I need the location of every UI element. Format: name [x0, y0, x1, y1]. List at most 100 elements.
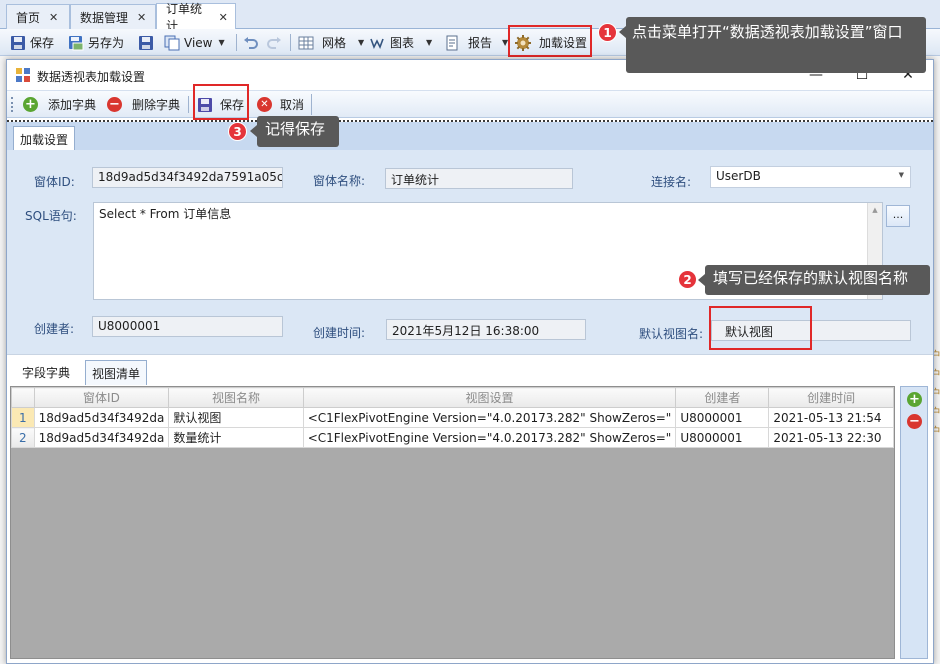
step-3-badge: 3: [228, 122, 247, 141]
save-button[interactable]: 保存: [10, 32, 54, 53]
view-label: View: [184, 35, 213, 50]
tab-load-settings[interactable]: 加载设置: [13, 126, 76, 151]
sql-text: Select * From 订单信息: [99, 207, 232, 221]
table-header-row: 窗体ID 视图名称 视图设置 创建者 创建时间: [11, 387, 894, 408]
created-time-field[interactable]: 2021年5月12日 16:38:00: [386, 319, 586, 340]
report-icon: [444, 35, 460, 51]
close-icon[interactable]: ✕: [219, 11, 235, 24]
connection-value: UserDB: [716, 169, 761, 183]
dropdown-arrow-icon: ▼: [218, 38, 225, 47]
form-id-label: 窗体ID:: [34, 175, 75, 189]
cell-view-settings[interactable]: <C1FlexPivotEngine Version="4.0.20173.28…: [302, 427, 677, 448]
creator-label: 创建者:: [34, 322, 75, 336]
chart-dropdown[interactable]: 图表 ▼: [370, 32, 432, 53]
tab-label: 加载设置: [20, 132, 69, 147]
column-header[interactable]: 创建时间: [768, 387, 894, 408]
grid-icon: [298, 35, 314, 51]
copy-icon: [164, 35, 180, 51]
app-tab-label: 数据管理: [80, 10, 129, 25]
undo-icon: [243, 35, 259, 51]
column-header[interactable]: 视图名称: [168, 387, 304, 408]
view-dropdown[interactable]: View ▼: [164, 32, 225, 53]
step-3-callout: 记得保存: [250, 116, 339, 147]
row-number[interactable]: 1: [11, 407, 35, 428]
cell-creator[interactable]: U8000001: [675, 407, 770, 428]
table-row[interactable]: 2 18d9ad5d34f3492da 数量统计 <C1FlexPivotEng…: [11, 427, 894, 448]
table-row[interactable]: 1 18d9ad5d34f3492da 默认视图 <C1FlexPivotEng…: [11, 407, 894, 428]
floppy-disk-icon: [138, 35, 154, 51]
creator-field[interactable]: U8000001: [92, 316, 283, 337]
tab-label: 视图清单: [92, 366, 141, 381]
save-label: 保存: [30, 36, 55, 50]
chart-label: 图表: [390, 36, 415, 50]
close-icon[interactable]: ✕: [49, 11, 67, 24]
cell-view-settings[interactable]: <C1FlexPivotEngine Version="4.0.20173.28…: [302, 407, 677, 428]
cancel-label: 取消: [280, 98, 305, 112]
tab-field-dictionary[interactable]: 字段字典: [15, 360, 77, 384]
floppy-disk-icon: [10, 35, 26, 51]
app-tab-order-stats[interactable]: 订单统计 ✕: [156, 2, 236, 33]
cell-form-id[interactable]: 18d9ad5d34f3492da: [33, 407, 170, 428]
cell-creator[interactable]: U8000001: [675, 427, 770, 448]
save-as-button[interactable]: 另存为: [68, 32, 124, 53]
remove-icon: −: [107, 97, 122, 112]
scroll-up-icon[interactable]: ▲: [868, 206, 882, 214]
undo-button[interactable]: [243, 32, 259, 53]
dropdown-arrow-icon: ▼: [358, 38, 365, 47]
default-view-highlight: [709, 306, 812, 350]
cancel-button[interactable]: ✕ 取消: [257, 94, 304, 115]
add-dict-label: 添加字典: [48, 98, 97, 112]
report-dropdown[interactable]: 报告 ▼: [444, 32, 508, 53]
step-1-callout: 点击菜单打开“数据透视表加载设置”窗口: [619, 17, 926, 73]
section-tab-strip: 加载设置: [7, 122, 933, 151]
cell-created[interactable]: 2021-05-13 22:30: [768, 427, 894, 448]
add-row-button[interactable]: +: [907, 392, 922, 407]
save-icon-button[interactable]: [138, 32, 154, 53]
column-header[interactable]: 视图设置: [302, 387, 677, 408]
toolbar-end-separator: [311, 94, 312, 115]
save-as-icon: [68, 35, 84, 51]
row-number[interactable]: 2: [11, 427, 35, 448]
cell-form-id[interactable]: 18d9ad5d34f3492da: [33, 427, 170, 448]
redo-button[interactable]: [266, 32, 282, 53]
form-name-label: 窗体名称:: [313, 174, 366, 188]
add-icon: +: [23, 97, 38, 112]
add-icon: +: [907, 392, 922, 407]
add-dict-button[interactable]: + 添加字典: [23, 94, 96, 115]
view-table: 窗体ID 视图名称 视图设置 创建者 创建时间 1 18d9ad5d34f349…: [11, 387, 894, 448]
cell-view-name[interactable]: 数量统计: [168, 427, 304, 448]
save-as-label: 另存为: [88, 36, 125, 50]
cell-created[interactable]: 2021-05-13 21:54: [768, 407, 894, 428]
delete-dict-button[interactable]: − 删除字典: [107, 94, 180, 115]
dropdown-arrow-icon: ▼: [426, 38, 433, 47]
load-settings-highlight: [508, 25, 592, 57]
close-icon[interactable]: ✕: [137, 11, 155, 24]
remove-row-button[interactable]: −: [907, 414, 922, 429]
cell-view-name[interactable]: 默认视图: [168, 407, 304, 428]
form-id-field[interactable]: 18d9ad5d34f3492da7591a05c7: [92, 167, 283, 188]
form-name-field[interactable]: 订单统计: [385, 168, 573, 189]
column-header[interactable]: 窗体ID: [33, 387, 170, 408]
sql-label: SQL语句:: [25, 209, 77, 223]
toolbar-grip: [11, 97, 14, 112]
app-icon: [16, 68, 30, 82]
toolbar-separator: [236, 34, 237, 51]
grid-dropdown[interactable]: 网格 ▼: [298, 32, 364, 53]
chart-icon: [370, 35, 386, 51]
step-1-badge: 1: [598, 23, 617, 42]
dialog-title: 数据透视表加载设置: [37, 70, 146, 84]
grid-tab-strip: 字段字典 视图清单: [7, 354, 933, 385]
corner-cell[interactable]: [11, 387, 35, 408]
connection-select[interactable]: UserDB ▼: [710, 166, 911, 188]
grid-side-panel: + −: [900, 386, 928, 659]
app-tab-home[interactable]: 首页 ✕: [6, 4, 70, 29]
app-tab-data-management[interactable]: 数据管理 ✕: [70, 4, 156, 29]
toolbar-separator: [188, 96, 189, 113]
column-header[interactable]: 创建者: [675, 387, 770, 408]
sql-builder-button[interactable]: ...: [886, 205, 910, 227]
step-2-callout: 填写已经保存的默认视图名称: [698, 265, 930, 295]
connection-label: 连接名:: [651, 175, 692, 189]
dialog-save-highlight: [193, 84, 249, 120]
created-time-label: 创建时间:: [313, 326, 366, 340]
tab-view-list[interactable]: 视图清单: [85, 360, 148, 385]
